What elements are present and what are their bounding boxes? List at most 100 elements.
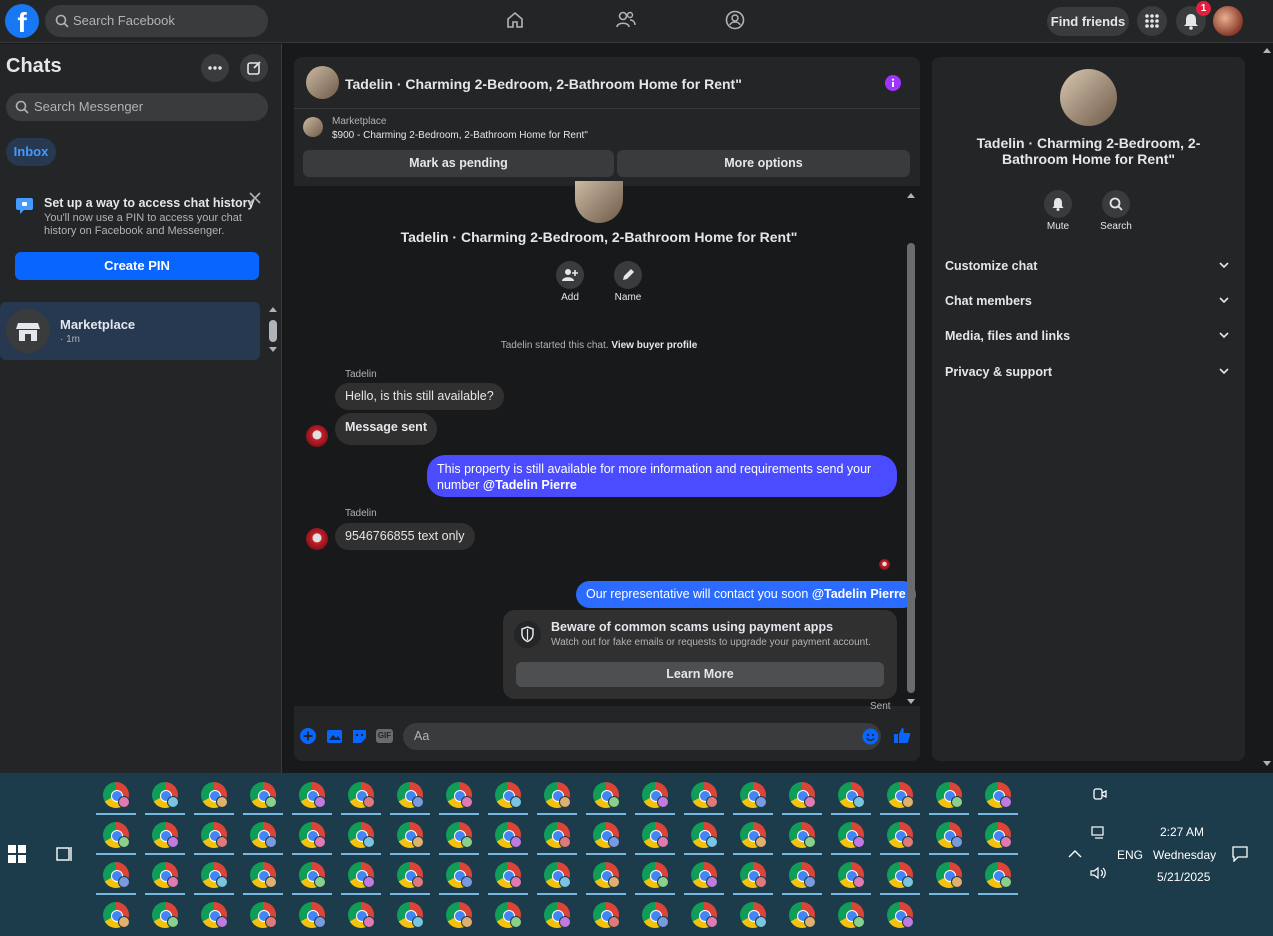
listing-title[interactable]: $900 - Charming 2-Bedroom, 2-Bathroom Ho…: [332, 130, 588, 141]
input-language[interactable]: ENG: [1117, 848, 1143, 862]
message-bubble-incoming[interactable]: Hello, is this still available?: [335, 383, 504, 410]
facebook-search-input[interactable]: Search Facebook: [45, 5, 268, 37]
find-friends-button[interactable]: Find friends: [1047, 7, 1129, 36]
profile-badge: [706, 836, 718, 848]
chat-scroll-down[interactable]: [906, 698, 916, 706]
taskbar-running-indicator: [439, 853, 479, 855]
name-label: Name: [614, 292, 642, 303]
network-icon[interactable]: [1091, 826, 1107, 840]
learn-more-button[interactable]: Learn More: [516, 662, 884, 687]
profile-badge: [706, 796, 718, 808]
chat-header-avatar[interactable]: [306, 66, 339, 99]
volume-icon[interactable]: [1090, 866, 1108, 880]
pencil-icon: [623, 269, 634, 280]
profile-badge: [461, 876, 473, 888]
tab-inbox[interactable]: Inbox: [6, 138, 56, 166]
sidebar-scroll-up[interactable]: [268, 305, 278, 313]
emoji-icon[interactable]: [862, 728, 879, 745]
profile-badge: [510, 836, 522, 848]
friends-icon[interactable]: [615, 10, 637, 30]
task-view-icon[interactable]: [56, 845, 74, 863]
chats-options-button[interactable]: [201, 54, 229, 82]
mention[interactable]: @Tadelin Pierre: [812, 587, 906, 601]
taskbar-running-indicator: [243, 853, 283, 855]
message-bubble-outgoing[interactable]: Our representative will contact you soon…: [576, 581, 916, 608]
like-icon[interactable]: [893, 726, 911, 744]
privacy-support-row[interactable]: Privacy & support: [945, 365, 1235, 379]
info-icon[interactable]: [885, 75, 901, 91]
chat-header-title[interactable]: Tadelin · Charming 2-Bedroom, 2-Bathroom…: [345, 76, 742, 92]
customize-chat-row[interactable]: Customize chat: [945, 259, 1235, 273]
profile-avatar[interactable]: [1213, 6, 1243, 36]
new-message-button[interactable]: [240, 54, 268, 82]
profile-badge: [657, 796, 669, 808]
sender-avatar[interactable]: [306, 528, 328, 550]
sidebar-scroll-down[interactable]: [268, 346, 278, 354]
facebook-logo[interactable]: f: [5, 4, 39, 38]
page-scroll-down[interactable]: [1262, 760, 1272, 768]
message-bubble-outgoing[interactable]: This property is still available for mor…: [427, 455, 897, 497]
taskbar-running-indicator: [145, 813, 185, 815]
mention[interactable]: @Tadelin Pierre: [483, 478, 577, 492]
sidebar-scrollbar-thumb[interactable]: [269, 320, 277, 342]
grid-icon: [1145, 14, 1159, 28]
page-scrollbar[interactable]: [1262, 44, 1273, 773]
taskbar-running-indicator: [96, 813, 136, 815]
more-options-button[interactable]: More options: [617, 150, 910, 177]
profile-badge: [314, 876, 326, 888]
taskbar-running-indicator: [243, 893, 283, 895]
chat-members-row[interactable]: Chat members: [945, 294, 1235, 308]
taskbar-running-indicator: [733, 853, 773, 855]
profile-badge: [608, 916, 620, 928]
taskbar-running-indicator: [635, 893, 675, 895]
show-hidden-icons-chevron-up-icon[interactable]: [1068, 849, 1082, 859]
profile-badge: [755, 796, 767, 808]
groups-icon[interactable]: [725, 10, 745, 30]
plus-icon[interactable]: [299, 727, 317, 745]
profile-badge: [363, 876, 375, 888]
search-in-chat-button[interactable]: [1102, 190, 1130, 218]
close-icon[interactable]: [249, 192, 261, 204]
home-icon[interactable]: [505, 10, 525, 30]
profile-badge: [167, 916, 179, 928]
notification-center-icon[interactable]: [1232, 846, 1248, 862]
sticker-icon[interactable]: [351, 728, 368, 745]
taskbar-running-indicator: [194, 893, 234, 895]
view-buyer-profile-link[interactable]: View buyer profile: [611, 340, 697, 351]
clock-date[interactable]: 5/21/2025: [1157, 870, 1210, 884]
windows-start-icon[interactable]: [8, 845, 26, 863]
meet-now-icon[interactable]: [1093, 786, 1107, 802]
listing-thumbnail[interactable]: [303, 117, 323, 137]
sender-avatar[interactable]: [306, 425, 328, 447]
taskbar-running-indicator: [96, 893, 136, 895]
name-button[interactable]: [614, 261, 642, 289]
chat-scroll-up[interactable]: [906, 191, 916, 199]
seen-avatar: [879, 559, 890, 570]
chats-title: Chats: [6, 55, 62, 77]
message-bubble-incoming[interactable]: Message sent: [335, 413, 437, 445]
gif-icon[interactable]: GIF: [376, 729, 393, 743]
info-avatar[interactable]: [1060, 69, 1117, 126]
clock-time[interactable]: 2:27 AM: [1160, 825, 1204, 839]
pin-card-title: Set up a way to access chat history: [44, 196, 255, 210]
taskbar-running-indicator: [978, 853, 1018, 855]
search-icon: [1109, 197, 1123, 211]
mute-button[interactable]: [1044, 190, 1072, 218]
media-files-links-row[interactable]: Media, files and links: [945, 329, 1235, 343]
menu-grid-button[interactable]: [1137, 6, 1167, 36]
taskbar-running-indicator: [831, 813, 871, 815]
clock-day[interactable]: Wednesday: [1153, 848, 1216, 862]
profile-badge: [804, 876, 816, 888]
add-button[interactable]: [556, 261, 584, 289]
create-pin-button[interactable]: Create PIN: [15, 252, 259, 280]
message-input[interactable]: Aa: [403, 723, 881, 750]
photo-icon[interactable]: [326, 728, 343, 744]
profile-badge: [608, 876, 620, 888]
mark-as-pending-button[interactable]: Mark as pending: [303, 150, 614, 177]
message-bubble-incoming[interactable]: 9546766855 text only: [335, 523, 475, 550]
profile-badge: [118, 796, 130, 808]
messenger-search-input[interactable]: Search Messenger: [6, 93, 268, 121]
profile-badge: [118, 916, 130, 928]
page-scroll-up[interactable]: [1262, 46, 1272, 54]
chat-scrollbar-thumb[interactable]: [907, 243, 915, 693]
